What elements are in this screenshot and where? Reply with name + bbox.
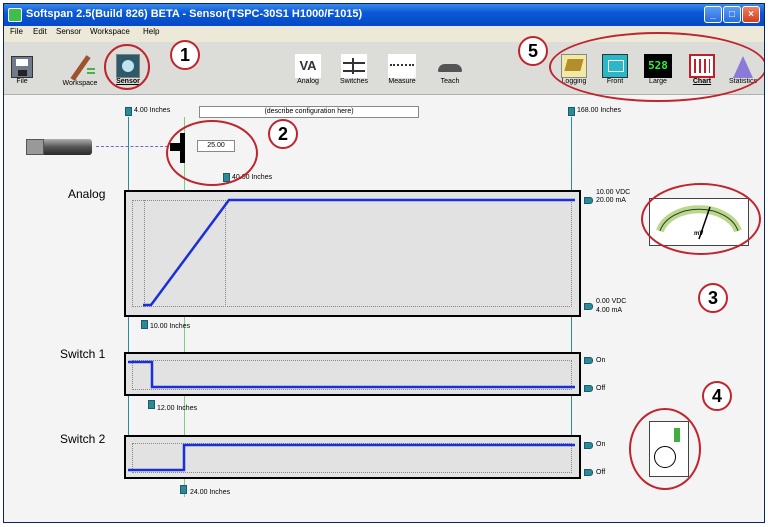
toolbar-file-button[interactable]: File [8, 56, 36, 85]
callout-5: 5 [518, 36, 548, 66]
switch2-output-plot [128, 443, 575, 472]
switch1-signal-line [128, 360, 575, 389]
annotation-ring-2 [166, 120, 258, 186]
right-limit-label: 168.00 Inches [577, 107, 621, 114]
left-limit-marker[interactable] [125, 107, 132, 116]
sensor-body-icon [44, 139, 92, 155]
toolbar-analog-label: Analog [297, 78, 319, 85]
maximize-icon: □ [728, 9, 736, 20]
analog-low-marker[interactable] [584, 303, 593, 310]
switch1-output-plot [128, 360, 575, 389]
minimize-button[interactable]: _ [704, 6, 722, 23]
sensor-connector-icon [26, 139, 44, 155]
analog-output-plot [143, 198, 575, 307]
measure-icon [388, 54, 416, 78]
menu-file[interactable]: File [10, 27, 23, 36]
toolbar-teach-label: Teach [440, 78, 460, 85]
va-icon: VA [295, 54, 321, 78]
analog-bottom-voltage: 0.00 VDC [596, 298, 627, 305]
annotation-ring-3 [641, 183, 761, 255]
callout-2: 2 [268, 119, 298, 149]
switch2-position-label: 24.00 Inches [190, 489, 231, 496]
window-title: Softspan 2.5(Build 826) BETA - Sensor(TS… [26, 8, 363, 20]
switch2-signal-line [128, 443, 575, 472]
toolbar-file-label: File [16, 78, 28, 85]
analog-start-label: 10.00 Inches [150, 323, 191, 330]
teach-icon [436, 54, 464, 78]
switch1-position-label: 12.00 Inches [157, 405, 198, 412]
toolbar-workspace-button[interactable]: Workspace [54, 54, 106, 87]
switch2-on-label: On [596, 441, 606, 448]
annotation-ring-4 [629, 408, 701, 490]
switch1-on-label: On [596, 357, 606, 364]
switch1-row-label: Switch 1 [60, 347, 106, 361]
switch1-panel [124, 352, 581, 396]
close-icon: × [748, 9, 754, 20]
switch1-on-marker[interactable] [584, 357, 593, 364]
floppy-disk-icon [11, 56, 33, 78]
analog-top-voltage: 10.00 VDC [596, 189, 631, 196]
switch2-off-marker[interactable] [584, 469, 593, 476]
sensor-beam-line [96, 146, 168, 147]
toolbar-switches-button[interactable]: Switches [332, 54, 376, 85]
app-icon [8, 8, 22, 22]
annotation-ring-5 [549, 32, 764, 102]
switch2-position-marker[interactable] [180, 485, 187, 494]
analog-start-marker[interactable] [141, 320, 148, 329]
title-bar: Softspan 2.5(Build 826) BETA - Sensor(TS… [4, 4, 764, 26]
left-limit-label: 4.00 Inches [134, 107, 171, 114]
maximize-button[interactable]: □ [723, 6, 741, 23]
switch2-panel [124, 435, 581, 479]
switches-icon [341, 54, 367, 78]
switch2-on-marker[interactable] [584, 442, 593, 449]
callout-3: 3 [698, 283, 728, 313]
right-limit-marker[interactable] [568, 107, 575, 116]
toolbar-measure-button[interactable]: Measure [380, 54, 424, 85]
switch1-off-label: Off [596, 385, 606, 392]
analog-high-marker[interactable] [584, 197, 593, 204]
analog-bottom-current: 4.00 mA [596, 307, 623, 314]
analog-top-current: 20.00 mA [596, 197, 626, 204]
toolbar-workspace-label: Workspace [62, 80, 98, 87]
app-window: Softspan 2.5(Build 826) BETA - Sensor(TS… [3, 3, 765, 523]
menu-edit[interactable]: Edit [33, 27, 47, 36]
callout-1: 1 [170, 40, 200, 70]
toolbar-teach-button[interactable]: Teach [428, 54, 472, 85]
analog-signal-line [143, 198, 575, 307]
configuration-description-field[interactable]: (describe configuration here) [199, 106, 419, 118]
callout-4: 4 [702, 381, 732, 411]
menu-help[interactable]: Help [143, 27, 159, 36]
switch2-row-label: Switch 2 [60, 432, 106, 446]
annotation-ring-1 [104, 44, 150, 90]
toolbar-switches-label: Switches [339, 78, 368, 85]
switch1-off-marker[interactable] [584, 385, 593, 392]
menu-sensor[interactable]: Sensor [56, 27, 81, 36]
switch1-position-marker[interactable] [148, 400, 155, 409]
analog-panel [124, 190, 581, 317]
minimize-icon: _ [710, 9, 716, 20]
analog-row-label: Analog [68, 187, 106, 201]
toolbar-measure-label: Measure [388, 78, 416, 85]
switch2-off-label: Off [596, 469, 606, 476]
close-button[interactable]: × [742, 6, 760, 23]
menu-workspace[interactable]: Workspace [90, 27, 130, 36]
toolbar-analog-button[interactable]: VA Analog [286, 54, 330, 85]
pencil-icon [65, 54, 95, 81]
configuration-canvas: 4.00 Inches (describe configuration here… [4, 95, 764, 522]
